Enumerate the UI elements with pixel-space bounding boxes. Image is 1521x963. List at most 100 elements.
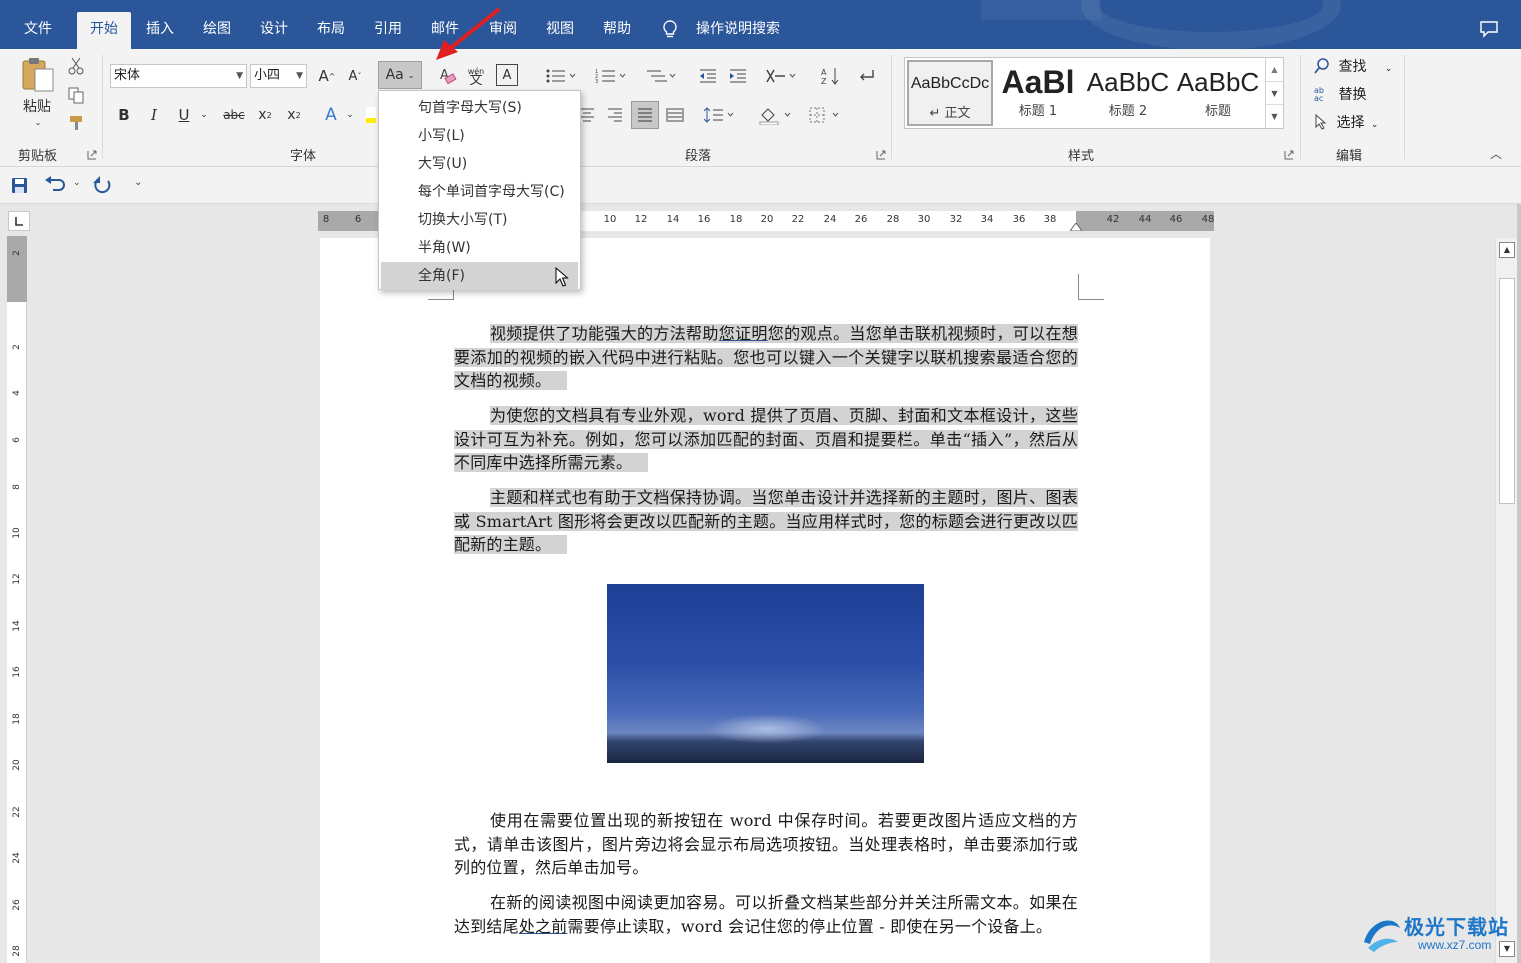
styles-scroll-down-icon[interactable]: ▼: [1266, 81, 1283, 104]
tab-selector[interactable]: [8, 211, 30, 231]
subscript-button[interactable]: x2: [254, 103, 276, 127]
phonetic-guide-button[interactable]: wén 文: [464, 64, 488, 88]
tell-me-search[interactable]: 操作说明搜索: [662, 12, 780, 46]
replace-button[interactable]: ab ac 替换: [1314, 84, 1366, 106]
night-sky-image[interactable]: [607, 584, 924, 763]
tab-insert[interactable]: 插入: [136, 12, 184, 49]
borders-button[interactable]: [805, 103, 845, 127]
right-indent-marker-icon[interactable]: [1070, 223, 1082, 231]
cut-button[interactable]: [64, 55, 88, 77]
tab-file[interactable]: 文件: [14, 12, 62, 49]
underline-button[interactable]: U: [174, 103, 194, 127]
paste-chevron-down-icon[interactable]: ⌄: [33, 117, 43, 127]
increase-indent-button[interactable]: [726, 64, 750, 88]
clear-formatting-button[interactable]: A: [436, 64, 460, 88]
format-painter-button[interactable]: [64, 112, 88, 134]
title-decoration: [1081, 0, 1341, 49]
menu-item-uppercase[interactable]: 大写(U): [381, 150, 578, 178]
style-heading-1[interactable]: AaBl 标题 1: [995, 60, 1081, 126]
paragraph-1-text-a: 视频提供了功能强大的方法帮助: [490, 324, 719, 343]
style-title-preview: AaBbC: [1176, 67, 1260, 97]
justify-button[interactable]: [631, 101, 659, 129]
paragraph-4[interactable]: 使用在需要位置出现的新按钮在 word 中保存时间。若要更改图片适应文档的方式，…: [454, 809, 1078, 880]
paste-label[interactable]: 粘贴: [18, 97, 56, 115]
eraser-icon: A: [440, 68, 457, 85]
copy-button[interactable]: [64, 84, 88, 106]
collapse-ribbon-chevron-up-icon[interactable]: ︿: [1486, 145, 1506, 161]
clipboard-launcher-icon[interactable]: [87, 150, 97, 160]
tab-help[interactable]: 帮助: [593, 12, 641, 49]
distributed-button[interactable]: [664, 103, 686, 127]
menu-item-full-width[interactable]: 全角(F): [381, 262, 578, 290]
separator: [891, 55, 892, 159]
select-button[interactable]: 选择 ⌄: [1314, 112, 1378, 134]
shrink-font-button[interactable]: Aˇ: [344, 64, 366, 88]
undo-chevron-down-icon[interactable]: ⌄: [73, 178, 81, 188]
save-icon[interactable]: [11, 177, 28, 194]
strikethrough-button[interactable]: abc: [220, 103, 248, 127]
align-right-button[interactable]: [604, 103, 626, 127]
underline-chevron-down-icon[interactable]: ⌄: [198, 105, 210, 125]
paragraph-2[interactable]: 为使您的文档具有专业外观，word 提供了页眉、页脚、封面和文本框设计，这些设计…: [454, 404, 1078, 475]
vertical-scrollbar[interactable]: ▲ ▼: [1495, 238, 1517, 963]
shading-button[interactable]: [755, 103, 797, 127]
chevron-down-icon[interactable]: ▼: [296, 65, 303, 87]
chevron-down-icon[interactable]: ▼: [236, 65, 243, 87]
find-button[interactable]: 查找 ⌄: [1314, 56, 1392, 78]
scroll-up-arrow-icon[interactable]: ▲: [1499, 242, 1515, 258]
numbering-button[interactable]: 123: [592, 64, 632, 88]
scroll-thumb[interactable]: [1499, 278, 1515, 504]
vertical-ruler[interactable]: 2 2 4 6 8 10 12 14 16 18 20 22 24 26 28: [7, 236, 27, 963]
highlight-button[interactable]: [365, 105, 377, 125]
character-border-button[interactable]: A: [496, 64, 518, 86]
comment-icon[interactable]: [1479, 20, 1499, 38]
undo-icon[interactable]: [44, 176, 66, 194]
tab-home[interactable]: 开始: [77, 12, 131, 49]
menu-item-sentence-case[interactable]: 句首字母大写(S): [381, 94, 578, 122]
show-marks-button[interactable]: [854, 64, 878, 88]
menu-item-toggle-case[interactable]: 切换大小写(T): [381, 206, 578, 234]
ruler-number: 12: [634, 214, 648, 225]
font-name-combo[interactable]: 宋体 ▼: [110, 64, 247, 88]
style-title[interactable]: AaBbC 标题: [1175, 60, 1261, 126]
bold-button[interactable]: B: [114, 103, 134, 127]
font-size-combo[interactable]: 小四 ▼: [250, 64, 307, 88]
grow-font-button[interactable]: A ^: [316, 64, 338, 88]
multilevel-list-button[interactable]: [642, 64, 682, 88]
menu-item-capitalize-each-word[interactable]: 每个单词首字母大写(C): [381, 178, 578, 206]
styles-more-icon[interactable]: ▼: [1266, 104, 1283, 127]
bullets-button[interactable]: [542, 64, 582, 88]
text-effects-button[interactable]: A: [320, 103, 342, 127]
tab-draw[interactable]: 绘图: [193, 12, 241, 49]
tab-design[interactable]: 设计: [250, 12, 298, 49]
sort-button[interactable]: AZ: [818, 64, 842, 88]
select-chevron-down-icon[interactable]: ⌄: [1371, 120, 1379, 130]
menu-item-half-width[interactable]: 半角(W): [381, 234, 578, 262]
styles-scroll-up-icon[interactable]: ▲: [1266, 58, 1283, 81]
tab-references[interactable]: 引用: [364, 12, 412, 49]
style-normal[interactable]: AaBbCcDc ↵ 正文: [907, 60, 993, 126]
document-page[interactable]: 视频提供了功能强大的方法帮助您证明您的观点。当您单击联机视频时，可以在想要添加的…: [320, 238, 1210, 963]
superscript-button[interactable]: x2: [283, 103, 305, 127]
paragraph-1-link[interactable]: 您证明: [719, 324, 768, 343]
paragraph-launcher-icon[interactable]: [876, 150, 886, 160]
line-spacing-button[interactable]: [700, 103, 740, 127]
paragraph-5-link[interactable]: 处之前: [519, 917, 568, 936]
tab-view[interactable]: 视图: [536, 12, 584, 49]
chinese-layout-button[interactable]: [762, 64, 802, 88]
menu-item-lowercase[interactable]: 小写(L): [381, 122, 578, 150]
customize-qat-chevron-icon[interactable]: ⌄: [134, 177, 142, 188]
paragraph-1[interactable]: 视频提供了功能强大的方法帮助您证明您的观点。当您单击联机视频时，可以在想要添加的…: [454, 322, 1078, 393]
paste-button[interactable]: [18, 55, 56, 95]
styles-launcher-icon[interactable]: [1284, 150, 1294, 160]
change-case-button[interactable]: Aa ⌄: [378, 61, 422, 89]
decrease-indent-button[interactable]: [696, 64, 720, 88]
paragraph-5[interactable]: 在新的阅读视图中阅读更加容易。可以折叠文档某些部分并关注所需文本。如果在达到结尾…: [454, 891, 1078, 938]
italic-button[interactable]: I: [144, 103, 164, 127]
paragraph-3[interactable]: 主题和样式也有助于文档保持协调。当您单击设计并选择新的主题时，图片、图表或 Sm…: [454, 486, 1078, 557]
text-effects-chevron-down-icon[interactable]: ⌄: [344, 105, 356, 125]
redo-icon[interactable]: [93, 175, 113, 195]
tab-layout[interactable]: 布局: [307, 12, 355, 49]
style-heading-2[interactable]: AaBbC 标题 2: [1085, 60, 1171, 126]
find-chevron-down-icon[interactable]: ⌄: [1385, 64, 1393, 74]
